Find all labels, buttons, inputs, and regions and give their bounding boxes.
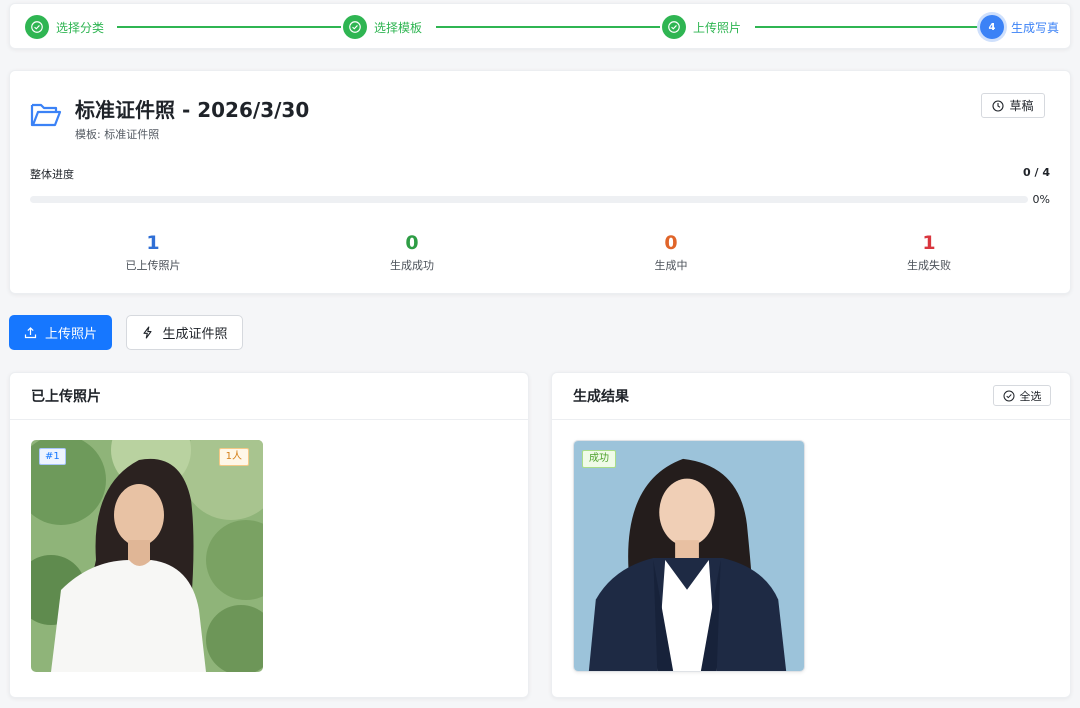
step-connector <box>436 26 660 28</box>
check-circle-icon <box>662 15 686 39</box>
result-photo[interactable]: 成功 <box>573 440 805 672</box>
stat-label: 生成中 <box>654 259 688 272</box>
progress-bar <box>30 196 1028 203</box>
uploaded-photos-panel: 已上传照片 #1 1人 <box>9 372 529 698</box>
stat-generating: 0 生成中 <box>601 232 741 273</box>
folder-open-icon <box>30 103 62 127</box>
stat-uploaded: 1 已上传照片 <box>83 232 223 273</box>
progress-label: 整体进度 <box>30 168 74 181</box>
stat-failed: 1 生成失败 <box>859 232 999 273</box>
project-title: 标准证件照 - 2026/3/30 <box>75 98 310 122</box>
generate-button-label: 生成证件照 <box>162 327 228 342</box>
step-connector <box>755 26 979 28</box>
step-connector <box>117 26 341 28</box>
step-generate-portrait[interactable]: 4 生成写真 <box>980 15 1059 39</box>
select-all-label: 全选 <box>1019 389 1042 403</box>
step-upload-photos[interactable]: 上传照片 <box>662 15 741 39</box>
status-badge[interactable]: 草稿 <box>981 93 1045 118</box>
stat-value: 1 <box>922 232 936 254</box>
template-name: 模板: 标准证件照 <box>75 128 160 141</box>
step-label: 上传照片 <box>693 20 742 35</box>
step-label: 选择模板 <box>374 20 423 35</box>
id-photo-image <box>574 441 804 671</box>
panel-title: 生成结果 <box>573 389 629 405</box>
step-select-category[interactable]: 选择分类 <box>25 15 104 39</box>
panel-header: 已上传照片 <box>10 373 528 420</box>
stat-value: 1 <box>146 232 160 254</box>
check-circle-icon <box>25 15 49 39</box>
stat-succeeded: 0 生成成功 <box>342 232 482 273</box>
uploaded-photo[interactable]: #1 1人 <box>31 440 263 672</box>
step-label: 选择分类 <box>56 20 105 35</box>
step-number: 4 <box>980 15 1004 39</box>
stat-label: 生成成功 <box>390 259 434 272</box>
lightning-icon <box>143 326 153 339</box>
stat-value: 0 <box>405 232 419 254</box>
panel-title: 已上传照片 <box>31 389 101 405</box>
check-circle-icon <box>1003 390 1014 401</box>
stat-value: 0 <box>664 232 678 254</box>
check-circle-icon <box>343 15 367 39</box>
stat-label: 生成失败 <box>907 259 951 272</box>
success-status-tag: 成功 <box>582 450 616 468</box>
status-label: 草稿 <box>1009 99 1034 113</box>
clock-icon <box>992 99 1005 112</box>
step-select-template[interactable]: 选择模板 <box>343 15 422 39</box>
step-label: 生成写真 <box>1011 20 1060 35</box>
portrait-image <box>31 440 263 672</box>
generate-id-photo-button[interactable]: 生成证件照 <box>126 315 243 350</box>
panel-header: 生成结果 全选 <box>552 373 1070 420</box>
project-info-card: 标准证件照 - 2026/3/30 模板: 标准证件照 草稿 整体进度 0 / … <box>9 70 1071 294</box>
select-all-button[interactable]: 全选 <box>993 385 1051 406</box>
upload-photos-button[interactable]: 上传照片 <box>9 315 112 350</box>
upload-button-label: 上传照片 <box>44 327 97 342</box>
progress-count: 0 / 4 <box>1023 166 1050 179</box>
stat-label: 已上传照片 <box>125 259 181 272</box>
progress-percent: 0% <box>1032 193 1050 206</box>
steps-bar: 选择分类 选择模板 上传照片 4 生成写真 <box>9 3 1071 49</box>
upload-icon <box>24 327 37 339</box>
people-count-tag: 1人 <box>218 448 249 466</box>
results-panel: 生成结果 全选 成功 <box>551 372 1071 698</box>
photo-index-tag: #1 <box>39 448 66 465</box>
